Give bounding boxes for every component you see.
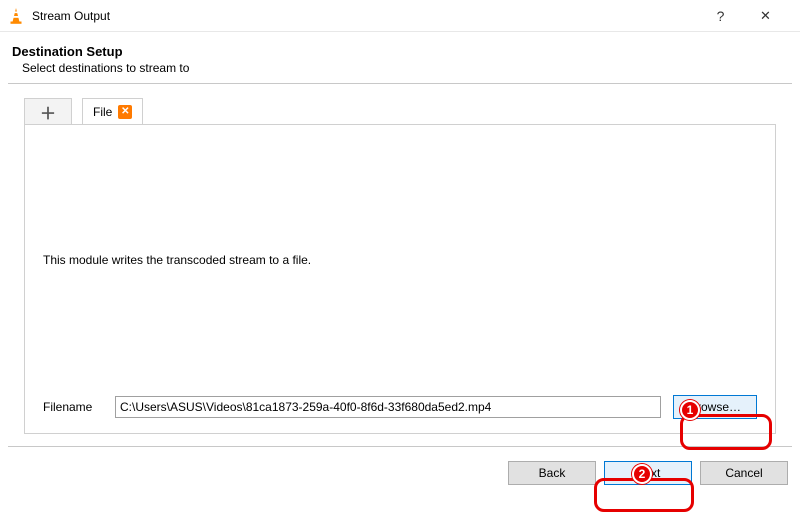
page-subtitle: Select destinations to stream to <box>22 61 788 75</box>
destination-tabs: ＋ File ✕ <box>0 84 800 124</box>
file-destination-panel: This module writes the transcoded stream… <box>24 124 776 434</box>
help-button[interactable]: ? <box>698 0 743 32</box>
tab-file[interactable]: File ✕ <box>82 98 143 124</box>
filename-row: Filename Browse… <box>43 395 757 419</box>
next-button[interactable]: Next <box>604 461 692 485</box>
filename-label: Filename <box>43 400 103 414</box>
window-close-button[interactable]: ✕ <box>743 0 788 32</box>
window-title: Stream Output <box>32 9 698 23</box>
back-button[interactable]: Back <box>508 461 596 485</box>
panel-description: This module writes the transcoded stream… <box>43 253 757 267</box>
plus-icon: ＋ <box>40 100 56 124</box>
cancel-button[interactable]: Cancel <box>700 461 788 485</box>
page-title: Destination Setup <box>12 44 788 59</box>
tab-file-close-icon[interactable]: ✕ <box>118 105 132 119</box>
add-destination-tab[interactable]: ＋ <box>24 98 72 124</box>
wizard-header: Destination Setup Select destinations to… <box>0 32 800 83</box>
titlebar: Stream Output ? ✕ <box>0 0 800 32</box>
tab-file-label: File <box>93 105 112 119</box>
vlc-cone-icon <box>8 7 24 25</box>
browse-button[interactable]: Browse… <box>673 395 757 419</box>
filename-input[interactable] <box>115 396 661 418</box>
wizard-footer: Back Next Cancel <box>0 447 800 499</box>
